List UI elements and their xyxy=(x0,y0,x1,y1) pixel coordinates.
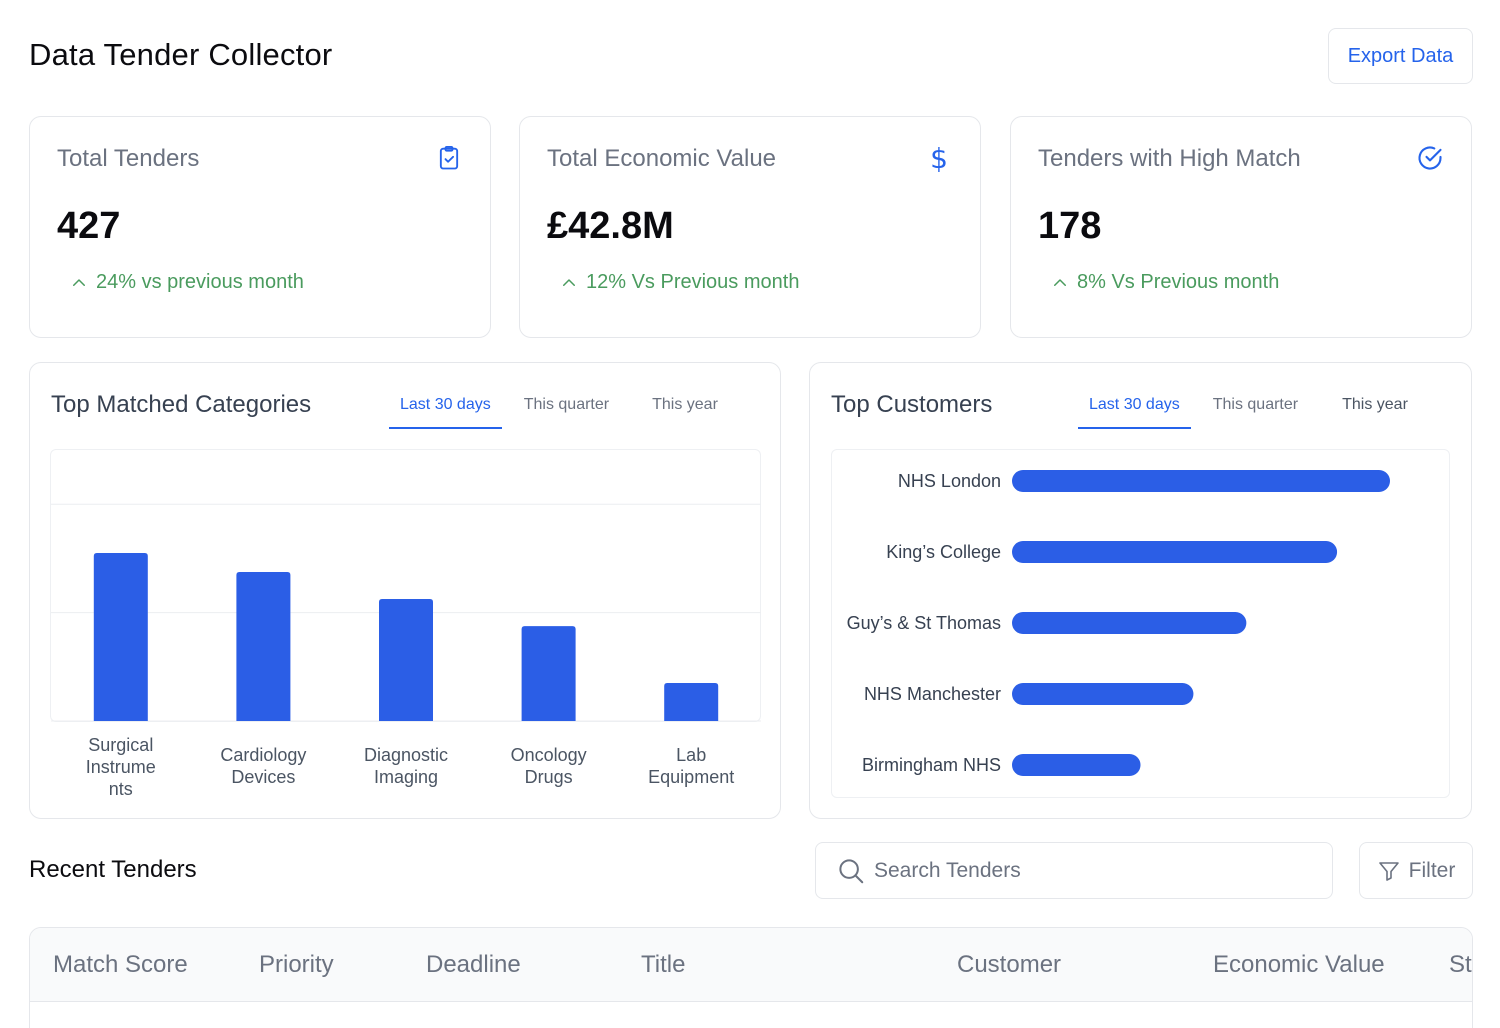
category-tick-label: Oncology Drugs xyxy=(511,745,587,787)
column-header-deadline[interactable]: Deadline xyxy=(426,951,521,979)
filter-icon xyxy=(1378,861,1399,881)
column-header-economic-value[interactable]: Economic Value xyxy=(1213,951,1385,979)
category-bar[interactable] xyxy=(236,571,291,721)
category-tick-label: Lab Equipment xyxy=(648,745,734,787)
recent-tenders-title: Recent Tenders xyxy=(29,856,197,883)
customer-tick-label: Birmingham NHS xyxy=(862,755,1001,775)
column-header-customer[interactable]: Customer xyxy=(957,951,1061,979)
search-input[interactable] xyxy=(874,858,1274,883)
customer-tick-label: NHS Manchester xyxy=(864,684,1001,704)
stat-label: Total Tenders xyxy=(57,145,200,172)
category-tick-label: Cardiology Devices xyxy=(220,745,306,787)
category-bar[interactable] xyxy=(664,683,719,721)
stat-label: Tenders with High Match xyxy=(1038,145,1301,172)
category-bar[interactable] xyxy=(521,626,576,721)
export-data-button[interactable]: Export Data xyxy=(1328,28,1473,84)
stat-change-text: 24% vs previous month xyxy=(96,271,304,293)
category-bar[interactable] xyxy=(379,599,433,721)
stat-card-total-economic-value: Total Economic Value $ £42.8M 12% Vs Pre… xyxy=(519,116,981,338)
customer-tick-label: King’s College xyxy=(886,542,1001,562)
recent-tenders-table: Match Score Priority Deadline Title Cust… xyxy=(29,927,1473,1028)
page-title: Data Tender Collector xyxy=(29,37,333,72)
stat-change: 8% Vs Previous month xyxy=(1051,271,1279,294)
top-matched-categories-panel: Top Matched Categories Last 30 days This… xyxy=(29,362,781,819)
stat-value: £42.8M xyxy=(547,205,674,247)
stat-change-text: 12% Vs Previous month xyxy=(586,271,800,293)
customers-bar-chart: NHS London King’s College Guy’s & St Thoma… xyxy=(847,470,1390,776)
stat-card-high-match: Tenders with High Match 178 8% Vs Previo… xyxy=(1010,116,1472,338)
column-header-match-score[interactable]: Match Score xyxy=(53,951,188,979)
customer-tick-label: NHS London xyxy=(898,471,1001,491)
category-tick-label: Surgical Instrume nts xyxy=(86,735,156,799)
column-header-priority[interactable]: Priority xyxy=(259,951,334,979)
customer-tick-label: Guy’s & St Thomas xyxy=(847,613,1001,633)
stat-change: 24% vs previous month xyxy=(70,271,304,294)
column-header-title[interactable]: Title xyxy=(641,951,685,979)
top-customers-panel: Top Customers Last 30 days This quarter … xyxy=(809,362,1472,819)
search-icon xyxy=(839,858,864,883)
dollar-icon: $ xyxy=(930,141,948,175)
category-tick-label: Diagnostic Imaging xyxy=(364,745,448,787)
stat-change: 12% Vs Previous month xyxy=(560,271,799,294)
stat-label: Total Economic Value xyxy=(547,145,777,172)
stat-card-total-tenders: Total Tenders 427 24% vs previous month xyxy=(29,116,491,338)
chevron-up-icon xyxy=(1054,278,1066,286)
check-circle-icon xyxy=(1415,143,1445,173)
filter-button[interactable]: Filter xyxy=(1359,842,1473,899)
column-header-status[interactable]: St xyxy=(1449,951,1472,979)
stat-value: 427 xyxy=(57,205,121,247)
category-bar[interactable] xyxy=(93,552,148,721)
stat-value: 178 xyxy=(1038,205,1102,247)
filter-label: Filter xyxy=(1408,858,1456,882)
chevron-up-icon xyxy=(73,278,85,286)
stat-change-text: 8% Vs Previous month xyxy=(1077,271,1280,293)
clipboard-check-icon xyxy=(434,143,464,173)
table-header-row: Match Score Priority Deadline Title Cust… xyxy=(30,928,1472,1002)
search-tenders-box[interactable] xyxy=(815,842,1333,899)
categories-bar-chart: Surgical Instrume nts Cardiology Devices Diag… xyxy=(51,503,761,799)
chevron-up-icon xyxy=(563,278,575,286)
